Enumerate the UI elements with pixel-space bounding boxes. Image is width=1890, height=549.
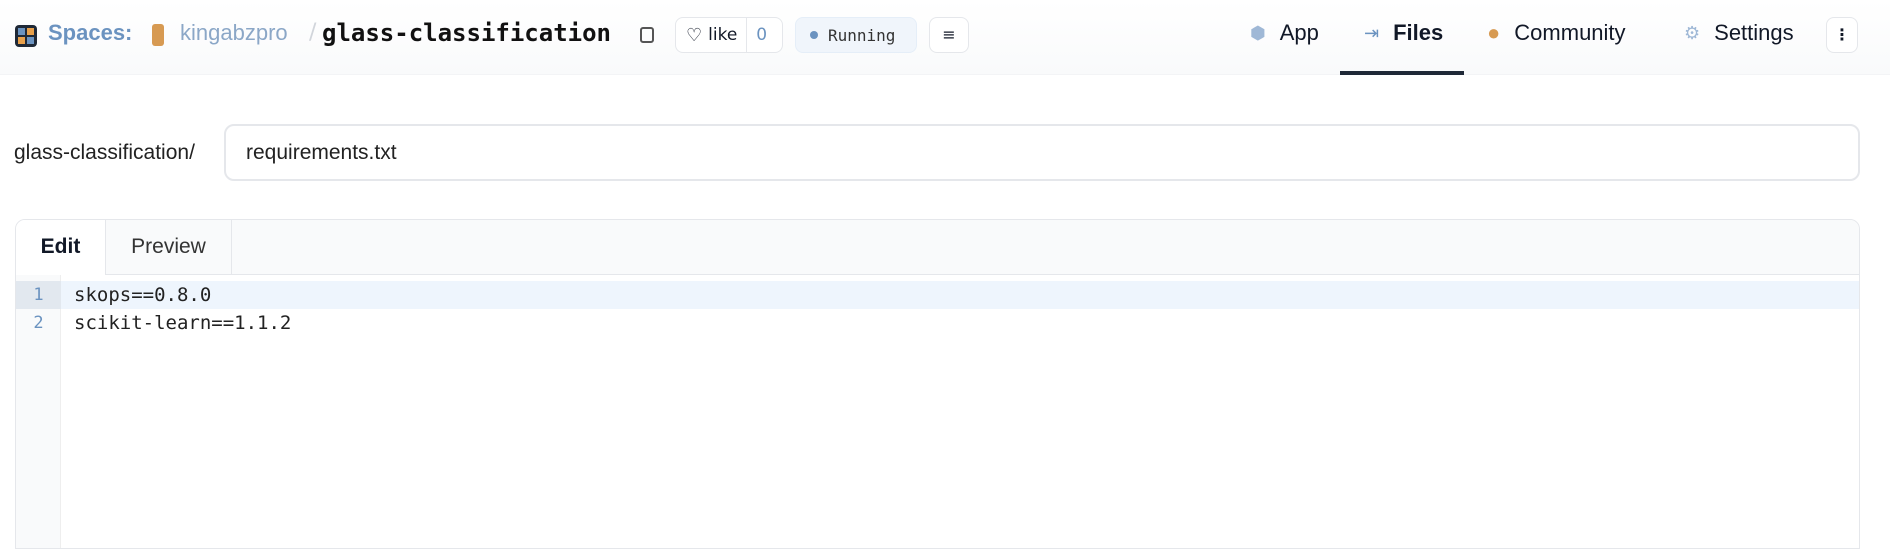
code-line[interactable]: 1 skops==0.8.0 [16,281,1859,309]
code-line[interactable]: 2 scikit-learn==1.1.2 [16,309,1859,337]
community-icon: ● [1487,20,1501,45]
line-number: 2 [33,313,44,333]
top-header: Spaces: kingabzpro / glass-classificatio… [0,0,1890,75]
status-dot-icon [810,31,818,39]
active-tab-indicator [1340,71,1464,75]
logs-icon: ≡ [942,25,956,44]
files-icon: ⇥ [1364,22,1380,43]
path-prefix: glass-classification/ [14,141,195,164]
tab-app-label: App [1279,20,1319,45]
status-text: Running [828,25,896,45]
spaces-logo-icon [15,25,37,47]
more-vertical-icon: ⋮ [1834,25,1850,44]
tab-settings[interactable]: ⚙ Settings [1684,20,1794,46]
line-number: 1 [16,281,61,309]
spaces-link[interactable]: Spaces: [48,20,132,46]
gear-icon: ⚙ [1684,22,1701,43]
like-button[interactable]: ♡ like 0 [675,17,783,53]
logs-button[interactable]: ≡ [929,17,969,53]
owner-avatar-icon [152,24,164,46]
like-count: 0 [756,25,768,45]
status-badge[interactable]: Running [795,17,917,53]
tab-app[interactable]: ⬢ App [1250,20,1319,46]
like-label: like [708,18,748,52]
tab-files-label: Files [1393,20,1444,45]
tab-edit[interactable]: Edit [16,220,105,276]
tab-community-label: Community [1514,20,1626,45]
code-text: scikit-learn==1.1.2 [74,312,292,334]
tab-community[interactable]: ● Community [1487,20,1626,46]
tab-preview[interactable]: Preview [105,220,232,275]
heart-icon: ♡ [686,24,703,46]
file-editor: Edit Preview 1 skops==0.8.0 2 scikit-lea… [15,219,1860,549]
repo-name-link[interactable]: glass-classification [322,19,611,47]
more-options-button[interactable]: ⋮ [1826,17,1858,53]
breadcrumb-separator: / [309,20,317,45]
tab-settings-label: Settings [1714,20,1794,45]
copy-icon[interactable] [640,27,654,43]
editor-tabs: Edit Preview [16,220,1859,276]
owner-link[interactable]: kingabzpro [180,20,288,46]
code-text: skops==0.8.0 [74,284,212,306]
filename-input[interactable] [224,124,1860,181]
tab-files[interactable]: ⇥ Files [1364,20,1443,46]
app-cube-icon: ⬢ [1250,22,1266,43]
